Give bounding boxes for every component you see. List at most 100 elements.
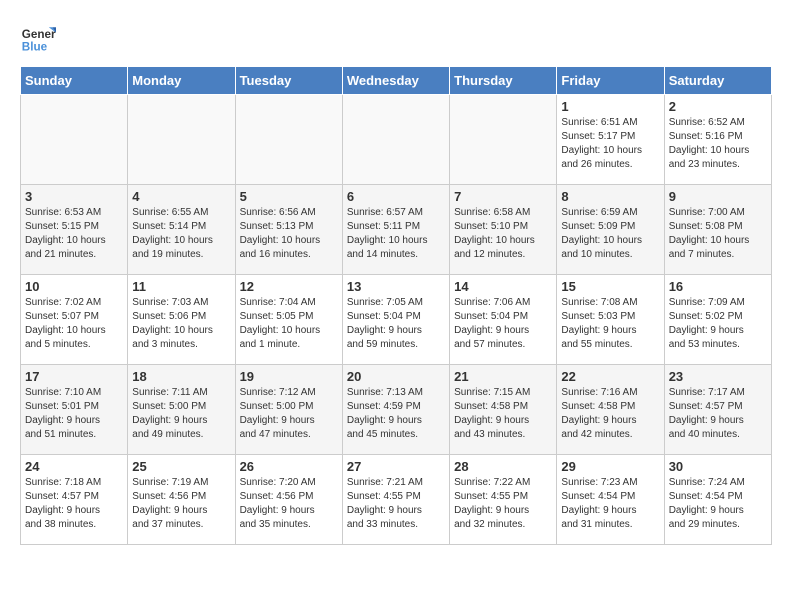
day-info: Sunrise: 7:20 AM Sunset: 4:56 PM Dayligh…: [240, 476, 338, 532]
day-info: Sunrise: 7:11 AM Sunset: 5:00 PM Dayligh…: [132, 386, 230, 442]
calendar-cell: [342, 95, 449, 185]
day-info: Sunrise: 7:22 AM Sunset: 4:55 PM Dayligh…: [454, 476, 552, 532]
day-number: 12: [240, 279, 338, 294]
calendar-table: SundayMondayTuesdayWednesdayThursdayFrid…: [20, 66, 772, 545]
calendar-cell: 10 Sunrise: 7:02 AM Sunset: 5:07 PM Dayli…: [21, 275, 128, 365]
day-number: 22: [561, 369, 659, 384]
day-info: Sunrise: 6:56 AM Sunset: 5:13 PM Dayligh…: [240, 206, 338, 262]
calendar-cell: 12 Sunrise: 7:04 AM Sunset: 5:05 PM Dayli…: [235, 275, 342, 365]
day-number: 13: [347, 279, 445, 294]
day-info: Sunrise: 7:04 AM Sunset: 5:05 PM Dayligh…: [240, 296, 338, 352]
day-number: 7: [454, 189, 552, 204]
day-number: 9: [669, 189, 767, 204]
calendar-cell: 22 Sunrise: 7:16 AM Sunset: 4:58 PM Dayli…: [557, 365, 664, 455]
day-number: 21: [454, 369, 552, 384]
day-info: Sunrise: 7:06 AM Sunset: 5:04 PM Dayligh…: [454, 296, 552, 352]
day-number: 23: [669, 369, 767, 384]
logo: General Blue: [20, 20, 56, 56]
day-number: 15: [561, 279, 659, 294]
day-info: Sunrise: 7:15 AM Sunset: 4:58 PM Dayligh…: [454, 386, 552, 442]
day-number: 10: [25, 279, 123, 294]
calendar-cell: 26 Sunrise: 7:20 AM Sunset: 4:56 PM Dayli…: [235, 455, 342, 545]
day-number: 24: [25, 459, 123, 474]
day-number: 16: [669, 279, 767, 294]
day-info: Sunrise: 7:05 AM Sunset: 5:04 PM Dayligh…: [347, 296, 445, 352]
day-number: 25: [132, 459, 230, 474]
day-number: 1: [561, 99, 659, 114]
day-info: Sunrise: 7:10 AM Sunset: 5:01 PM Dayligh…: [25, 386, 123, 442]
calendar-cell: 20Sunrise: 7:13 AM Sunset: 4:59 PM Dayli…: [342, 365, 449, 455]
day-number: 27: [347, 459, 445, 474]
day-number: 14: [454, 279, 552, 294]
day-number: 18: [132, 369, 230, 384]
weekday-header: Saturday: [664, 67, 771, 95]
calendar-cell: 2Sunrise: 6:52 AM Sunset: 5:16 PM Daylig…: [664, 95, 771, 185]
calendar-cell: 8 Sunrise: 6:59 AM Sunset: 5:09 PM Daylig…: [557, 185, 664, 275]
calendar-cell: 15 Sunrise: 7:08 AM Sunset: 5:03 PM Dayli…: [557, 275, 664, 365]
logo-icon: General Blue: [20, 20, 56, 56]
calendar-cell: 30Sunrise: 7:24 AM Sunset: 4:54 PM Dayli…: [664, 455, 771, 545]
day-info: Sunrise: 7:08 AM Sunset: 5:03 PM Dayligh…: [561, 296, 659, 352]
calendar-cell: [235, 95, 342, 185]
day-number: 2: [669, 99, 767, 114]
calendar-cell: [21, 95, 128, 185]
day-info: Sunrise: 7:24 AM Sunset: 4:54 PM Dayligh…: [669, 476, 767, 532]
weekday-header: Tuesday: [235, 67, 342, 95]
day-number: 5: [240, 189, 338, 204]
calendar-cell: 29 Sunrise: 7:23 AM Sunset: 4:54 PM Dayli…: [557, 455, 664, 545]
weekday-header: Wednesday: [342, 67, 449, 95]
calendar-week: 1 Sunrise: 6:51 AM Sunset: 5:17 PM Daylig…: [21, 95, 772, 185]
calendar-cell: [128, 95, 235, 185]
day-info: Sunrise: 7:19 AM Sunset: 4:56 PM Dayligh…: [132, 476, 230, 532]
calendar-cell: 6 Sunrise: 6:57 AM Sunset: 5:11 PM Daylig…: [342, 185, 449, 275]
calendar-cell: 4 Sunrise: 6:55 AM Sunset: 5:14 PM Daylig…: [128, 185, 235, 275]
day-number: 4: [132, 189, 230, 204]
weekday-header: Monday: [128, 67, 235, 95]
day-number: 26: [240, 459, 338, 474]
calendar-week: 10 Sunrise: 7:02 AM Sunset: 5:07 PM Dayli…: [21, 275, 772, 365]
weekday-header: Thursday: [450, 67, 557, 95]
calendar-cell: 7 Sunrise: 6:58 AM Sunset: 5:10 PM Daylig…: [450, 185, 557, 275]
day-number: 6: [347, 189, 445, 204]
svg-text:Blue: Blue: [22, 41, 48, 54]
day-info: Sunrise: 7:00 AM Sunset: 5:08 PM Dayligh…: [669, 206, 767, 262]
calendar-cell: [450, 95, 557, 185]
calendar-cell: 23 Sunrise: 7:17 AM Sunset: 4:57 PM Dayli…: [664, 365, 771, 455]
day-info: Sunrise: 7:23 AM Sunset: 4:54 PM Dayligh…: [561, 476, 659, 532]
day-info: Sunrise: 6:58 AM Sunset: 5:10 PM Dayligh…: [454, 206, 552, 262]
weekday-header: Friday: [557, 67, 664, 95]
calendar-week: 3 Sunrise: 6:53 AM Sunset: 5:15 PM Daylig…: [21, 185, 772, 275]
calendar-cell: 21 Sunrise: 7:15 AM Sunset: 4:58 PM Dayli…: [450, 365, 557, 455]
day-number: 8: [561, 189, 659, 204]
calendar-week: 24Sunrise: 7:18 AM Sunset: 4:57 PM Dayli…: [21, 455, 772, 545]
calendar-cell: 28 Sunrise: 7:22 AM Sunset: 4:55 PM Dayli…: [450, 455, 557, 545]
day-info: Sunrise: 7:02 AM Sunset: 5:07 PM Dayligh…: [25, 296, 123, 352]
day-info: Sunrise: 6:55 AM Sunset: 5:14 PM Dayligh…: [132, 206, 230, 262]
day-info: Sunrise: 7:16 AM Sunset: 4:58 PM Dayligh…: [561, 386, 659, 442]
day-info: Sunrise: 7:12 AM Sunset: 5:00 PM Dayligh…: [240, 386, 338, 442]
day-info: Sunrise: 6:53 AM Sunset: 5:15 PM Dayligh…: [25, 206, 123, 262]
day-info: Sunrise: 7:17 AM Sunset: 4:57 PM Dayligh…: [669, 386, 767, 442]
calendar-cell: 27Sunrise: 7:21 AM Sunset: 4:55 PM Dayli…: [342, 455, 449, 545]
calendar-cell: 3 Sunrise: 6:53 AM Sunset: 5:15 PM Daylig…: [21, 185, 128, 275]
calendar-cell: 14 Sunrise: 7:06 AM Sunset: 5:04 PM Dayli…: [450, 275, 557, 365]
calendar-cell: 17Sunrise: 7:10 AM Sunset: 5:01 PM Dayli…: [21, 365, 128, 455]
calendar-cell: 5 Sunrise: 6:56 AM Sunset: 5:13 PM Daylig…: [235, 185, 342, 275]
weekday-header: Sunday: [21, 67, 128, 95]
day-info: Sunrise: 6:57 AM Sunset: 5:11 PM Dayligh…: [347, 206, 445, 262]
day-number: 11: [132, 279, 230, 294]
day-number: 28: [454, 459, 552, 474]
calendar-cell: 16Sunrise: 7:09 AM Sunset: 5:02 PM Dayli…: [664, 275, 771, 365]
day-number: 20: [347, 369, 445, 384]
calendar-cell: 25 Sunrise: 7:19 AM Sunset: 4:56 PM Dayli…: [128, 455, 235, 545]
calendar-cell: 18 Sunrise: 7:11 AM Sunset: 5:00 PM Dayli…: [128, 365, 235, 455]
svg-text:General: General: [22, 28, 56, 41]
calendar-cell: 19Sunrise: 7:12 AM Sunset: 5:00 PM Dayli…: [235, 365, 342, 455]
calendar-cell: 24Sunrise: 7:18 AM Sunset: 4:57 PM Dayli…: [21, 455, 128, 545]
day-info: Sunrise: 7:03 AM Sunset: 5:06 PM Dayligh…: [132, 296, 230, 352]
day-info: Sunrise: 6:51 AM Sunset: 5:17 PM Dayligh…: [561, 116, 659, 172]
day-number: 3: [25, 189, 123, 204]
day-info: Sunrise: 6:59 AM Sunset: 5:09 PM Dayligh…: [561, 206, 659, 262]
day-number: 29: [561, 459, 659, 474]
calendar-cell: 1 Sunrise: 6:51 AM Sunset: 5:17 PM Daylig…: [557, 95, 664, 185]
